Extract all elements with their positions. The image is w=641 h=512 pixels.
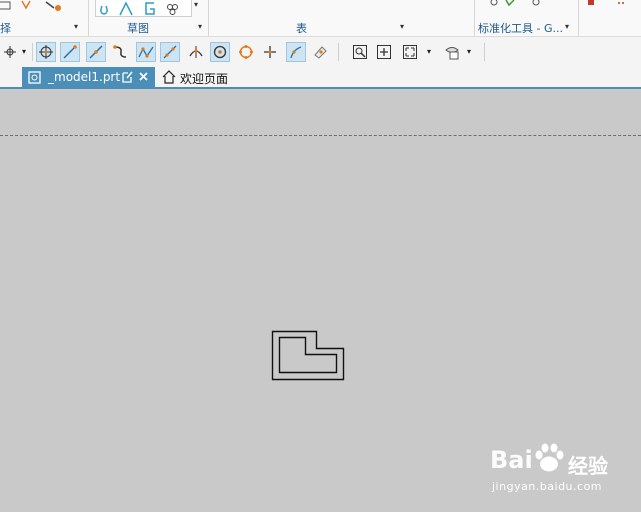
toolbar-separator (32, 43, 33, 61)
watermark-suffix: 经验 (568, 454, 608, 478)
view-fit-button[interactable] (350, 42, 370, 62)
ribbon: 择 ▾ ▾ 草图 ▾ 表 ▾ 标准化工具 - G... ▾ (0, 0, 641, 37)
partial-ribbon-icon (0, 0, 61, 11)
watermark-brand: Bai (490, 446, 533, 474)
view-dropdown-icon[interactable]: ▾ (427, 47, 431, 56)
toolbar-separator (484, 43, 485, 61)
std-tools-expand-icon[interactable]: ▾ (565, 22, 569, 31)
ribbon-group-label-sketch: 草图 (127, 22, 149, 35)
document-tabs: _model1.prt 欢迎页面 (0, 67, 641, 88)
end-point-button[interactable] (60, 42, 80, 62)
ribbon-group-label-std-tools: 标准化工具 - G... (478, 22, 563, 35)
ribbon-separator (88, 0, 89, 36)
ribbon-separator (208, 0, 209, 36)
partial-ribbon-icon-right[interactable] (588, 0, 638, 8)
datum-dashed-line (0, 135, 641, 136)
arc-center-button[interactable] (210, 42, 230, 62)
sketch-group-expand-icon[interactable]: ▾ (198, 22, 202, 31)
tangent-point-button[interactable] (186, 42, 206, 62)
curve-control-icon (113, 45, 127, 58)
intersection-point-button[interactable] (136, 42, 156, 62)
plus-point-icon (264, 46, 276, 58)
point-snap-dropdown-icon[interactable]: ▾ (22, 47, 26, 56)
ribbon-group-partial-icons[interactable] (0, 0, 70, 16)
point-on-curve-icon (163, 45, 177, 59)
ribbon-separator (578, 0, 579, 36)
sketch-profile[interactable] (270, 329, 346, 383)
modified-edit-icon (122, 71, 133, 83)
toolbar-separator (338, 43, 339, 61)
quadrant-point-button[interactable] (236, 42, 256, 62)
pan-icon (377, 45, 391, 59)
tangent-icon (189, 46, 203, 58)
point-on-curve-button[interactable] (160, 42, 180, 62)
mid-point-button[interactable] (86, 42, 106, 62)
ribbon-separator (474, 0, 475, 36)
quadrant-icon (239, 45, 253, 59)
baidu-jingyan-watermark: Bai 经验 jingyan.baidu.com (490, 440, 630, 500)
render-style-button[interactable] (442, 42, 462, 62)
tab-file-name: _model1.prt (48, 70, 121, 84)
crosshair-point-icon (4, 46, 16, 58)
enable-snap-button[interactable] (36, 42, 56, 62)
watermark-url: jingyan.baidu.com (492, 480, 603, 493)
selection-toolbar: ▾ ▾ ▾ (0, 37, 641, 68)
tab-home-label: 欢迎页面 (180, 72, 229, 86)
home-icon (162, 70, 176, 84)
sketch-gallery-icons (100, 1, 178, 16)
ribbon-group-label-select: 择 (0, 22, 11, 35)
std-tools-icons[interactable] (488, 0, 548, 8)
mid-point-icon (89, 45, 103, 59)
ribbon-group-label-table: 表 (296, 22, 307, 35)
point-snap-button[interactable] (0, 42, 20, 62)
fit-icon (403, 45, 417, 59)
curve-point-icon (290, 46, 302, 59)
pan-button[interactable] (374, 42, 394, 62)
on-curve-button[interactable] (286, 42, 306, 62)
table-group-expand-icon[interactable]: ▾ (400, 22, 404, 31)
arc-center-icon (213, 45, 227, 59)
point-on-face-button[interactable] (310, 42, 330, 62)
control-point-button[interactable] (110, 42, 130, 62)
render-style-icon (445, 47, 459, 60)
paw-logo-icon (535, 443, 564, 472)
part-file-icon (28, 71, 41, 84)
intersection-icon (138, 46, 154, 58)
sketch-gallery[interactable] (95, 0, 192, 17)
snap-target-icon (39, 45, 53, 59)
tab-model1-prt[interactable]: _model1.prt (22, 67, 155, 88)
zoom-window-icon (353, 45, 367, 59)
sketch-gallery-more-icon[interactable]: ▾ (194, 0, 198, 9)
close-icon[interactable] (138, 71, 149, 82)
fit-view-button[interactable] (400, 42, 420, 62)
face-point-icon (314, 46, 327, 59)
ribbon-group-expand-icon[interactable]: ▾ (74, 22, 78, 31)
render-style-dropdown-icon[interactable]: ▾ (467, 47, 471, 56)
end-point-icon (63, 45, 77, 59)
existing-point-button[interactable] (260, 42, 280, 62)
